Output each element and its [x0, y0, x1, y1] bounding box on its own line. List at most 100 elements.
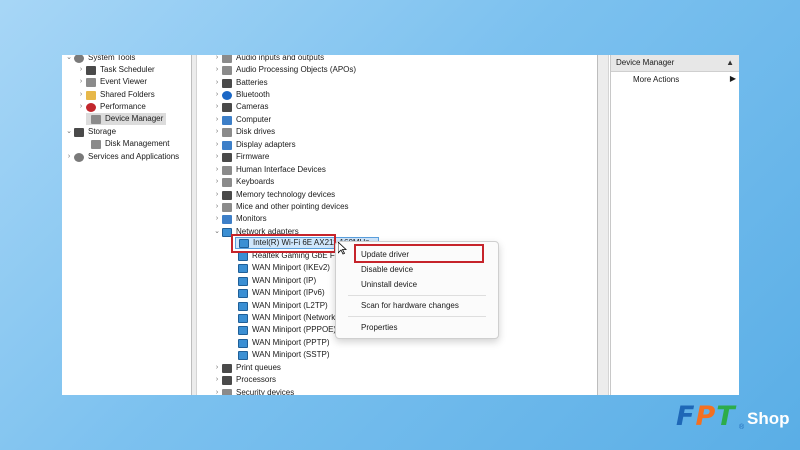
chevron-right-icon[interactable]: › [212, 176, 222, 188]
pane-splitter[interactable] [191, 55, 197, 395]
clock-icon [86, 65, 96, 75]
device-manager-icon [91, 114, 101, 124]
chevron-down-icon[interactable]: ⌄ [64, 126, 74, 138]
chevron-right-icon[interactable]: › [76, 89, 86, 101]
device-label: WAN Miniport (SSTP) [252, 350, 330, 359]
menu-item-scan-hardware[interactable]: Scan for hardware changes [361, 300, 459, 312]
device-category-row[interactable]: › Monitors [212, 213, 267, 225]
device-category-row[interactable]: › Security devices [212, 387, 294, 395]
network-adapter-row[interactable]: WAN Miniport (IKEv2) [235, 262, 330, 274]
device-category-row[interactable]: › Computer [212, 114, 271, 126]
tree-item-label: Performance [100, 102, 146, 111]
actions-title[interactable]: Device Manager ▲ [611, 55, 739, 72]
audio-icon [222, 55, 232, 63]
chevron-right-icon[interactable]: › [212, 151, 222, 163]
chevron-right-icon[interactable]: › [212, 189, 222, 201]
chevron-right-icon[interactable]: › [212, 139, 222, 151]
memory-icon [222, 190, 232, 200]
menu-item-disable-device[interactable]: Disable device [361, 264, 413, 276]
tree-item-device-manager[interactable]: Device Manager [86, 113, 166, 125]
chevron-right-icon[interactable]: › [212, 89, 222, 101]
network-adapter-icon [238, 276, 248, 286]
device-label: WAN Miniport (PPTP) [252, 338, 330, 347]
chevron-down-icon[interactable]: ⌄ [64, 55, 74, 64]
tree-item-performance[interactable]: › Performance [76, 101, 146, 113]
network-adapter-row[interactable]: WAN Miniport (IPv6) [235, 287, 325, 299]
device-category-row[interactable]: › Bluetooth [212, 89, 270, 101]
device-category-row[interactable]: › Mice and other pointing devices [212, 201, 349, 213]
fpt-wordmark: FPT [676, 401, 736, 432]
chevron-right-icon[interactable]: › [212, 374, 222, 386]
battery-icon [222, 78, 232, 88]
device-category-label: Processors [236, 375, 277, 384]
chevron-right-icon[interactable]: › [212, 201, 222, 213]
device-category-label: Mice and other pointing devices [236, 202, 349, 211]
device-label: WAN Miniport (IKEv2) [252, 263, 330, 272]
chevron-right-icon[interactable]: › [212, 77, 222, 89]
device-category-row[interactable]: › Display adapters [212, 139, 296, 151]
network-adapter-row[interactable]: WAN Miniport (L2TP) [235, 300, 328, 312]
device-category-label: Bluetooth [236, 90, 270, 99]
tree-item-label: Disk Management [105, 139, 170, 148]
network-adapter-row[interactable]: WAN Miniport (PPPOE) [235, 324, 336, 336]
device-category-row[interactable]: › Cameras [212, 101, 268, 113]
bluetooth-icon [222, 90, 232, 100]
device-category-label: Human Interface Devices [236, 165, 326, 174]
device-category-row[interactable]: › Batteries [212, 77, 268, 89]
chevron-right-icon[interactable]: › [64, 151, 74, 163]
device-tree-pane: › Audio inputs and outputs › Audio Process… [209, 55, 659, 395]
fpt-shop-logo: FPT Shop ® [676, 400, 794, 436]
chevron-right-icon[interactable]: › [212, 64, 222, 76]
device-category-row[interactable]: › Human Interface Devices [212, 164, 326, 176]
network-adapter-row[interactable]: WAN Miniport (IP) [235, 275, 316, 287]
chevron-right-icon[interactable]: › [212, 114, 222, 126]
network-adapter-row[interactable]: WAN Miniport (SSTP) [235, 349, 330, 361]
submenu-arrow-icon: ▶ [729, 74, 736, 83]
chevron-right-icon[interactable]: › [212, 55, 222, 64]
tree-item-event-viewer[interactable]: › Event Viewer [76, 76, 147, 88]
device-category-row[interactable]: › Disk drives [212, 126, 275, 138]
tree-item-shared-folders[interactable]: › Shared Folders [76, 89, 155, 101]
device-category-row[interactable]: › Audio Processing Objects (APOs) [212, 64, 356, 76]
chevron-down-icon[interactable]: ⌄ [212, 226, 222, 238]
more-actions-item[interactable]: More Actions [633, 74, 679, 86]
computer-icon [222, 115, 232, 125]
chevron-right-icon[interactable]: › [76, 101, 86, 113]
chevron-right-icon[interactable]: › [76, 76, 86, 88]
chevron-right-icon[interactable]: › [212, 213, 222, 225]
mouse-cursor-icon [338, 242, 347, 255]
chevron-right-icon[interactable]: › [212, 101, 222, 113]
menu-item-uninstall-device[interactable]: Uninstall device [361, 279, 417, 291]
chevron-right-icon[interactable]: › [212, 362, 222, 374]
device-category-row[interactable]: › Firmware [212, 151, 269, 163]
device-category-row[interactable]: › Audio inputs and outputs [212, 55, 324, 64]
printer-icon [222, 363, 232, 373]
network-adapter-icon [238, 301, 248, 311]
device-category-label: Monitors [236, 214, 267, 223]
tree-item-storage[interactable]: ⌄ Storage [64, 126, 116, 138]
menu-separator [348, 295, 486, 296]
disk-drive-icon [222, 127, 232, 137]
collapse-up-icon[interactable]: ▲ [726, 55, 734, 71]
device-category-label: Disk drives [236, 127, 276, 136]
tree-item-disk-management[interactable]: Disk Management [86, 138, 169, 150]
device-category-label: Security devices [236, 388, 295, 395]
menu-item-properties[interactable]: Properties [361, 322, 397, 334]
highlight-box-adapter [231, 234, 336, 253]
device-category-row[interactable]: › Memory technology devices [212, 189, 335, 201]
network-adapter-row[interactable]: WAN Miniport (PPTP) [235, 337, 330, 349]
audio-processing-icon [222, 65, 232, 75]
tree-item-services-and-applications[interactable]: › Services and Applications [64, 151, 179, 163]
device-category-row[interactable]: › Keyboards [212, 176, 274, 188]
pane-splitter[interactable] [597, 55, 609, 395]
chevron-right-icon[interactable]: › [76, 64, 86, 76]
chevron-right-icon[interactable]: › [212, 126, 222, 138]
device-category-label: Batteries [236, 78, 268, 87]
device-category-row[interactable]: › Processors [212, 374, 276, 386]
device-category-row[interactable]: › Print queues [212, 362, 281, 374]
tree-item-system-tools[interactable]: ⌄ System Tools [64, 55, 135, 64]
chevron-right-icon[interactable]: › [212, 387, 222, 395]
tree-item-task-scheduler[interactable]: › Task Scheduler [76, 64, 155, 76]
keyboard-icon [222, 177, 232, 187]
chevron-right-icon[interactable]: › [212, 164, 222, 176]
